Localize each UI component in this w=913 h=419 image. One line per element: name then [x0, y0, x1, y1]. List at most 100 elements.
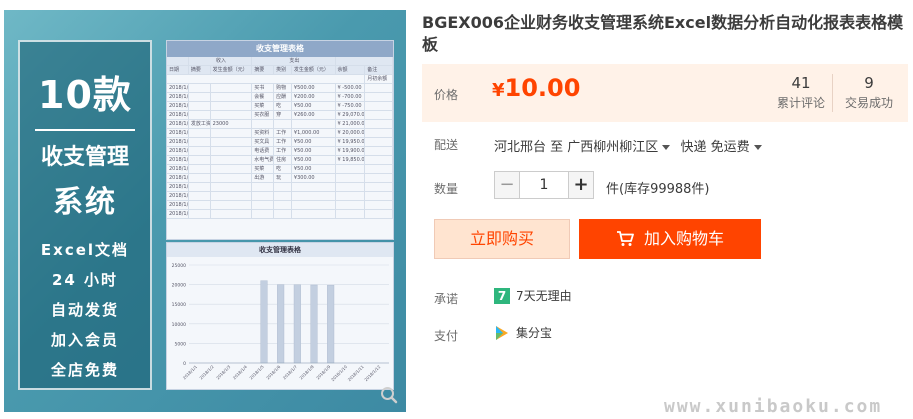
chart-x-tick-label: 2018/1/9 — [315, 364, 332, 381]
sheet-group-blank — [167, 57, 189, 65]
sheet-cell: 23000 — [211, 120, 253, 128]
sheet-row: 2018/1/7 买文具工作¥50.00¥ 19,950.00 — [167, 138, 393, 147]
shipping-destination: 广西柳州柳江区 — [567, 140, 659, 155]
sheet-cell: 工作 — [274, 147, 292, 155]
sheet-cell: 买资料 — [252, 129, 275, 137]
sheet-cell: ¥ 29,070.00 — [337, 111, 366, 119]
sheet-cell: 2018/1/3 — [169, 102, 189, 110]
sheet-row: 2018/1/4 买衣服穿¥260.00¥ 29,070.00 — [167, 111, 393, 120]
shipping-method-select[interactable]: 快递 免运费 — [680, 140, 767, 155]
sheet-cell: 出游 — [252, 174, 275, 182]
sheet-cell — [365, 147, 393, 155]
price-amount: ¥10.00 — [492, 74, 580, 102]
sheet-group-expense: 支出 — [252, 57, 336, 65]
sheet-cell — [189, 201, 211, 209]
promise-label: 承诺 — [434, 292, 459, 306]
sheet-cell — [365, 120, 393, 128]
shipping-method: 快递 免运费 — [680, 140, 750, 155]
chart-x-tick-label: 2018/1/2 — [198, 364, 215, 381]
sheet-cell: 2018/1/13 — [169, 192, 189, 200]
sheet-cell — [365, 93, 393, 101]
sheet-cell — [189, 93, 211, 101]
sheet-cell — [211, 93, 253, 101]
review-count: 41 — [791, 74, 811, 92]
chart-title: 收支管理表格 — [167, 243, 393, 257]
sheet-cell — [365, 84, 393, 92]
sheet-cell: 2018/1/12 — [169, 183, 189, 191]
sheet-header-cell: 类别 — [274, 66, 292, 74]
sheet-cell: 水电气费 — [254, 156, 275, 164]
sheet-row: 2018/1/8 电话费工作¥50.00¥ 19,900.00 — [167, 147, 393, 156]
chevron-down-icon — [753, 145, 762, 150]
shipping-destination-select[interactable]: 广西柳州柳江区 — [567, 140, 676, 155]
review-count-label: 累计评论 — [776, 96, 825, 110]
sheet-cell: 买菜 — [252, 102, 275, 110]
sheet-cell — [252, 192, 275, 200]
chart-y-tick-label: 15000 — [172, 302, 186, 308]
quantity-stepper: − 1 + — [494, 171, 594, 199]
sheet-cell: ¥1,000.00 — [292, 129, 336, 137]
sheet-cell: 应酬 — [274, 93, 292, 101]
quantity-decrease-button[interactable]: − — [494, 171, 520, 199]
sheet-cell — [336, 165, 366, 173]
promo-panel: 10款 收支管理 系统 Excel文档 24 小时 自动发货 加入会员 全店免费 — [18, 40, 152, 390]
product-main-image[interactable]: 10款 收支管理 系统 Excel文档 24 小时 自动发货 加入会员 全店免费 收支管… — [4, 10, 406, 412]
sheet-cell — [365, 183, 393, 191]
sheet-header-row: 日期 摘要 发生金额（元） 摘要 类别 发生金额（元） 余额 备注 — [167, 66, 393, 75]
buy-now-button[interactable]: 立即购买 — [434, 219, 570, 259]
sheet-cell — [189, 192, 211, 200]
chart-bar — [293, 284, 301, 364]
chart-bar — [260, 280, 268, 364]
sales-count-stat[interactable]: 9 交易成功 — [836, 74, 902, 111]
sheet-row: 2018/1/11 出游玩¥300.00 — [167, 174, 393, 183]
jifenbao-icon — [496, 325, 508, 340]
sheet-cell — [211, 183, 253, 191]
sheet-cell — [365, 201, 393, 209]
zoom-icon[interactable] — [380, 386, 398, 404]
sheet-cell — [336, 210, 366, 218]
promise-info[interactable]: 7 7天无理由 — [494, 287, 572, 304]
sheet-cell — [252, 201, 275, 209]
sheet-cell — [365, 174, 393, 182]
sheet-cell: 2018/1/5 — [169, 120, 189, 128]
sheet-row: 2018/1/15 — [167, 210, 393, 219]
payment-info[interactable]: 集分宝 — [494, 324, 552, 341]
sheet-remark-row: 月初余额 — [167, 75, 393, 84]
sheet-cell — [252, 120, 275, 128]
quantity-input[interactable]: 1 — [520, 171, 568, 199]
sheet-cell: 购物 — [274, 84, 292, 92]
promo-feature: Excel文档 — [40, 241, 130, 259]
sheet-cell: 会餐 — [252, 93, 275, 101]
quantity-increase-button[interactable]: + — [568, 171, 594, 199]
sheet-cell — [252, 210, 275, 218]
sheet-group-income: 收入 — [189, 57, 253, 65]
sheet-cell — [211, 156, 253, 164]
sheet-row: 2018/1/9 水电气费住房¥50.00¥ 19,850.00 — [167, 156, 393, 165]
sheet-cell: 买菜 — [252, 165, 275, 173]
sheet-cell — [211, 147, 253, 155]
add-to-cart-button[interactable]: 加入购物车 — [579, 219, 761, 259]
sheet-cell — [274, 120, 292, 128]
quantity-label: 数量 — [434, 182, 459, 196]
review-count-stat[interactable]: 41 累计评论 — [768, 74, 834, 111]
chart-x-tick-label: 2018/1/12 — [363, 364, 381, 382]
sheet-cell: ¥200.00 — [292, 93, 336, 101]
sheet-row: 2018/1/14 — [167, 201, 393, 210]
chart-x-tick-label: 2018/1/3 — [215, 364, 232, 381]
sheet-cell — [365, 138, 393, 146]
sheet-cell: ¥260.00 — [292, 111, 336, 119]
promo-line1: 收支管理 — [40, 145, 129, 170]
price-label: 价格 — [434, 88, 459, 102]
sheet-header-cell: 发生金额（元） — [211, 66, 253, 74]
price-value: 10.00 — [504, 74, 581, 102]
sheet-group-tail — [336, 57, 393, 65]
sheet-cell: 买书 — [252, 84, 275, 92]
promo-line2: 系统 — [53, 185, 117, 220]
shipping-info: 河北邢台 至 广西柳州柳江区 快递 免运费 — [494, 136, 768, 155]
sheet-cell — [365, 129, 393, 137]
chevron-down-icon — [662, 145, 671, 150]
sheet-cell: 2018/1/6 — [169, 129, 189, 137]
sheet-cell: ¥ 19,900.00 — [337, 147, 366, 155]
chart-y-tick-label: 25000 — [172, 263, 186, 269]
promise-text: 7天无理由 — [516, 289, 572, 303]
